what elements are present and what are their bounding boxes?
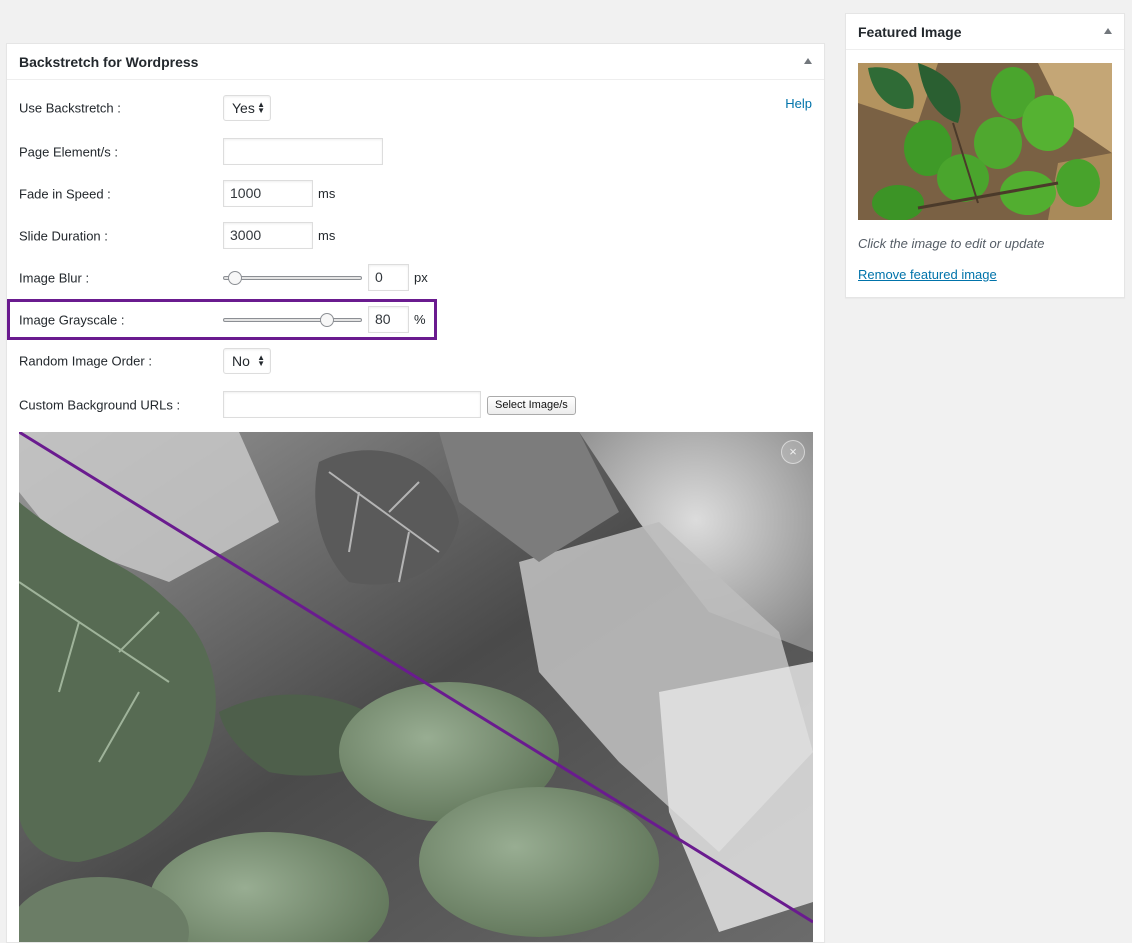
fade-in-speed-input[interactable]: 1000 <box>223 180 313 207</box>
image-blur-slider-handle[interactable] <box>228 271 242 285</box>
page-elements-label: Page Element/s : <box>19 144 118 160</box>
image-blur-input[interactable]: 0 <box>368 264 409 291</box>
custom-urls-input[interactable] <box>223 391 481 418</box>
image-grayscale-unit: % <box>414 312 426 327</box>
use-backstretch-row: Use Backstretch : Yes ▲ ▼ <box>19 94 799 122</box>
background-preview-image: × <box>19 432 813 942</box>
use-backstretch-label: Use Backstretch : <box>19 100 121 116</box>
custom-urls-label: Custom Background URLs : <box>19 397 181 413</box>
slide-duration-row: Slide Duration : 3000 ms <box>19 222 799 250</box>
preview-illustration <box>19 432 813 942</box>
image-blur-row: Image Blur : 0 px <box>19 264 799 292</box>
random-order-value: No <box>232 353 250 369</box>
updown-arrows-icon: ▲ ▼ <box>257 100 265 115</box>
image-grayscale-row: Image Grayscale : 80 % <box>19 306 799 334</box>
random-order-label: Random Image Order : <box>19 353 152 369</box>
collapse-arrow-icon[interactable] <box>1104 28 1112 34</box>
image-grayscale-label: Image Grayscale : <box>19 312 125 328</box>
backstretch-metabox: Backstretch for Wordpress Help Use Backs… <box>6 43 825 943</box>
page-elements-row: Page Element/s : <box>19 138 799 166</box>
remove-featured-image-link[interactable]: Remove featured image <box>858 267 997 282</box>
metabox-header: Backstretch for Wordpress <box>7 44 824 80</box>
use-backstretch-select[interactable]: Yes ▲ ▼ <box>223 95 271 121</box>
select-images-button[interactable]: Select Image/s <box>487 396 576 415</box>
metabox-title: Backstretch for Wordpress <box>19 54 199 70</box>
random-order-select[interactable]: No ▲ ▼ <box>223 348 271 374</box>
image-grayscale-input[interactable]: 80 <box>368 306 409 333</box>
preview-close-icon[interactable]: × <box>781 440 805 464</box>
slide-duration-label: Slide Duration : <box>19 228 108 244</box>
featured-image-illustration <box>858 63 1112 220</box>
image-grayscale-slider[interactable] <box>223 313 362 327</box>
custom-urls-row: Custom Background URLs : Select Image/s <box>19 391 799 419</box>
featured-image-header: Featured Image <box>846 14 1124 50</box>
image-grayscale-slider-handle[interactable] <box>320 313 334 327</box>
collapse-arrow-icon[interactable] <box>804 58 812 64</box>
fade-in-speed-unit: ms <box>318 186 336 201</box>
slide-duration-unit: ms <box>318 228 336 243</box>
page-elements-input[interactable] <box>223 138 383 165</box>
image-blur-label: Image Blur : <box>19 270 90 286</box>
featured-image-metabox: Featured Image Click the image to edit o… <box>845 13 1125 298</box>
image-blur-unit: px <box>414 270 428 285</box>
use-backstretch-value: Yes <box>232 100 255 116</box>
slide-duration-input[interactable]: 3000 <box>223 222 313 249</box>
image-blur-slider[interactable] <box>223 271 362 285</box>
fade-in-speed-label: Fade in Speed : <box>19 186 111 202</box>
fade-in-speed-row: Fade in Speed : 1000 ms <box>19 180 799 208</box>
featured-image-thumbnail[interactable] <box>858 63 1112 220</box>
featured-image-title: Featured Image <box>858 24 962 40</box>
random-order-row: Random Image Order : No ▲ ▼ <box>19 347 799 375</box>
updown-arrows-icon: ▲ ▼ <box>257 353 265 368</box>
featured-image-caption: Click the image to edit or update <box>858 236 1045 251</box>
